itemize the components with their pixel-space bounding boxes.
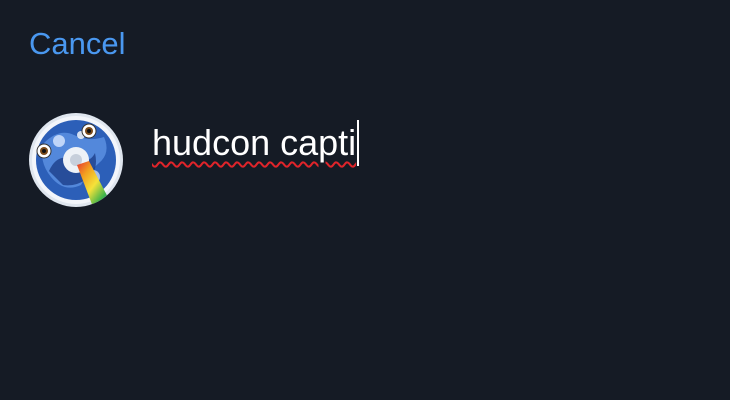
text-cursor [357, 120, 360, 166]
compose-text: hudcon capti [152, 122, 357, 163]
avatar[interactable] [29, 113, 123, 207]
compose-input[interactable]: hudcon capti [152, 118, 360, 168]
profile-avatar-icon [29, 113, 123, 207]
compose-screen: Cancel hudcon capti [0, 0, 730, 400]
cancel-button[interactable]: Cancel [29, 24, 126, 64]
